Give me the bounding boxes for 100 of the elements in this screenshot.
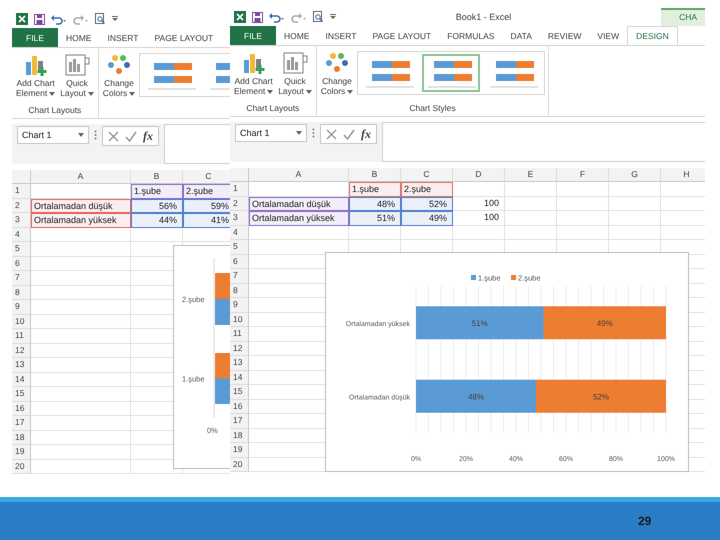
bar-segment (215, 273, 230, 299)
ribbon-button[interactable]: Quick Layout (59, 50, 95, 100)
column-header[interactable]: B (131, 170, 183, 184)
ribbon-button[interactable]: Add Chart Element (233, 48, 274, 98)
ribbon-button[interactable]: Change Colors (320, 48, 354, 98)
row-header[interactable]: 4 (230, 226, 249, 240)
row-header[interactable]: 3 (12, 213, 31, 228)
row-header[interactable]: 13 (12, 358, 31, 372)
row-header[interactable]: 8 (12, 286, 31, 300)
column-header[interactable]: B (349, 168, 401, 182)
ribbon-tab[interactable]: HOME (276, 26, 318, 45)
cancel-icon[interactable] (326, 128, 337, 140)
enter-icon[interactable] (343, 128, 355, 140)
row-header[interactable]: 13 (230, 356, 249, 370)
row-header[interactable]: 5 (230, 240, 249, 254)
print-preview-icon[interactable] (95, 13, 106, 25)
row-header[interactable]: 6 (230, 254, 249, 269)
row-header[interactable]: 19 (12, 445, 31, 460)
select-all-corner[interactable] (230, 168, 249, 182)
customize-toolbar-icon[interactable] (330, 14, 336, 20)
row-header[interactable]: 1 (230, 182, 249, 196)
redo-icon[interactable] (73, 14, 89, 24)
row-header[interactable]: 10 (230, 312, 249, 327)
ribbon-tab[interactable]: VIEW (589, 26, 628, 45)
save-icon[interactable] (34, 14, 45, 24)
cancel-icon[interactable] (108, 130, 119, 142)
row-header[interactable]: 20 (12, 460, 31, 474)
row-header[interactable]: 15 (12, 387, 31, 402)
customize-toolbar-icon[interactable] (112, 16, 118, 22)
name-box[interactable]: Chart 1 (235, 124, 307, 142)
row-header[interactable]: 6 (12, 256, 31, 271)
row-header[interactable]: 17 (12, 416, 31, 430)
row-header[interactable]: 17 (230, 414, 249, 428)
insert-function-button[interactable]: fx (143, 128, 153, 144)
row-header[interactable]: 12 (230, 342, 249, 356)
excel-logo-icon[interactable] (234, 11, 246, 23)
table-cell: 100 (453, 196, 505, 211)
formula-bar-field[interactable] (164, 124, 230, 164)
row-header[interactable]: 14 (12, 372, 31, 387)
insert-function-button[interactable]: fx (361, 126, 371, 142)
column-header[interactable]: E (505, 168, 557, 182)
excel-logo-icon[interactable] (16, 13, 28, 25)
name-box[interactable]: Chart 1 (17, 126, 89, 144)
file-tab[interactable]: FILE (12, 28, 58, 47)
row-header[interactable]: 14 (230, 370, 249, 385)
ribbon-button[interactable]: Add Chart Element (15, 50, 56, 100)
ribbon-tab[interactable]: HOME (58, 28, 100, 47)
column-header[interactable]: A (249, 168, 349, 182)
row-header[interactable]: 11 (230, 327, 249, 342)
ribbon-button[interactable]: Change Colors (102, 50, 136, 100)
ribbon-button[interactable]: Quick Layout (277, 48, 313, 98)
row-header[interactable]: 16 (230, 400, 249, 414)
row-header[interactable]: 10 (12, 314, 31, 329)
print-preview-icon[interactable] (313, 11, 324, 23)
bar-segment (215, 299, 230, 325)
row-header[interactable]: 12 (12, 344, 31, 358)
row-header[interactable]: 16 (12, 402, 31, 416)
column-header[interactable]: D (453, 168, 505, 182)
row-header[interactable]: 9 (12, 300, 31, 314)
column-header[interactable]: H (661, 168, 705, 182)
data-label: 52% (593, 392, 609, 402)
row-header[interactable]: 18 (230, 428, 249, 443)
row-header[interactable]: 2 (12, 198, 31, 213)
row-header[interactable]: 4 (12, 228, 31, 242)
row-header[interactable]: 20 (230, 458, 249, 472)
save-icon[interactable] (252, 12, 263, 22)
row-header[interactable]: 15 (230, 385, 249, 400)
column-header[interactable]: C (183, 170, 230, 184)
ribbon-tab[interactable]: INSERT (99, 28, 146, 47)
enter-icon[interactable] (125, 130, 137, 142)
row-header[interactable]: 1 (12, 184, 31, 198)
ribbon-tab[interactable]: PAGE LAYOUT (146, 28, 222, 47)
formula-bar-field[interactable] (382, 122, 705, 162)
ribbon-tab[interactable]: PAGE LAYOUT (364, 26, 440, 45)
ribbon-tab[interactable]: REVIEW (540, 26, 590, 45)
column-header[interactable]: A (31, 170, 131, 184)
undo-icon[interactable] (51, 14, 67, 24)
undo-icon[interactable] (269, 12, 285, 22)
ribbon-tab[interactable]: DATA (502, 26, 540, 45)
row-header[interactable]: 18 (12, 430, 31, 445)
column-header[interactable]: F (557, 168, 609, 182)
ribbon-tab[interactable]: INSERT (317, 26, 364, 45)
file-tab[interactable]: FILE (230, 26, 276, 45)
table-cell: 41% (183, 213, 230, 228)
ribbon-tab[interactable]: FORMULAS (439, 26, 502, 45)
row-header[interactable]: 9 (230, 298, 249, 312)
row-header[interactable]: 2 (230, 196, 249, 211)
ribbon-tab[interactable]: DESIGN (627, 26, 678, 45)
row-header[interactable]: 19 (230, 443, 249, 458)
chart-style-thumbnail[interactable] (422, 54, 480, 92)
row-header[interactable]: 3 (230, 211, 249, 226)
row-header[interactable]: 7 (12, 271, 31, 286)
column-header[interactable]: C (401, 168, 453, 182)
row-header[interactable]: 5 (12, 242, 31, 256)
redo-icon[interactable] (291, 12, 307, 22)
row-header[interactable]: 11 (12, 329, 31, 344)
select-all-corner[interactable] (12, 170, 31, 184)
row-header[interactable]: 7 (230, 269, 249, 284)
column-header[interactable]: G (609, 168, 661, 182)
row-header[interactable]: 8 (230, 284, 249, 298)
